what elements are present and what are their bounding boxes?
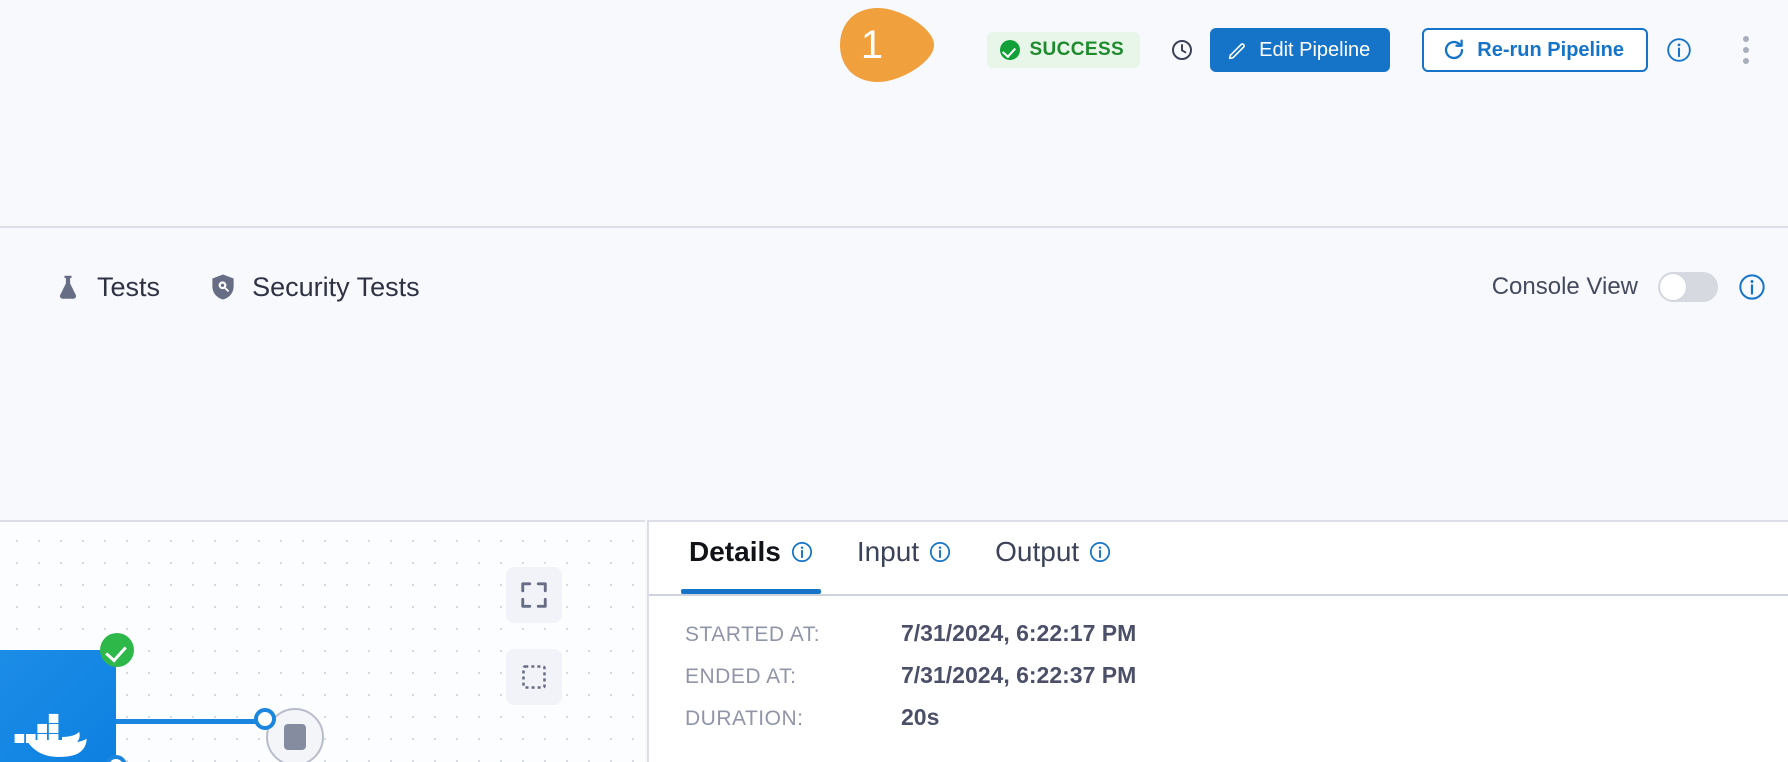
fullscreen-icon [519, 580, 549, 610]
node-port-output[interactable] [105, 755, 127, 762]
pipeline-execution-screen: SUCCESS Edit Pipeline [0, 0, 1788, 762]
kebab-dot [1743, 58, 1749, 64]
detail-key: ENDED AT: [685, 665, 901, 689]
duration-indicator [1170, 38, 1202, 62]
shield-icon [208, 272, 238, 302]
tab-output-label: Output [995, 536, 1079, 568]
details-rows: STARTED AT: 7/31/2024, 6:22:17 PM ENDED … [649, 596, 1788, 746]
selection-box-icon [520, 663, 548, 691]
tab-security-tests-label: Security Tests [252, 272, 420, 303]
info-icon[interactable] [791, 541, 813, 563]
detail-row: DURATION: 20s [685, 704, 1788, 746]
tabbar-items: n Tests Security Tests [0, 228, 444, 346]
tab-details-label: Details [689, 536, 781, 568]
edit-pipeline-button[interactable]: Edit Pipeline [1210, 28, 1390, 72]
header-actions: SUCCESS Edit Pipeline [987, 0, 1788, 100]
lower-content-area: Details Input Output [0, 348, 1788, 762]
console-view-label: Console View [1492, 273, 1638, 301]
stop-square-icon [284, 724, 306, 750]
kebab-dot [1743, 36, 1749, 42]
node-success-badge-icon [100, 633, 134, 667]
check-circle-icon [1000, 40, 1020, 60]
detail-key: STARTED AT: [685, 623, 901, 647]
tab-tests-label: Tests [97, 272, 160, 303]
pencil-icon [1227, 40, 1248, 61]
tab-details[interactable]: Details [667, 522, 835, 594]
detail-value: 7/31/2024, 6:22:37 PM [901, 662, 1136, 689]
tab-security-tests[interactable]: Security Tests [184, 228, 444, 346]
selection-box-button[interactable] [506, 649, 562, 705]
details-panel: Details Input Output [647, 520, 1788, 762]
details-tablist: Details Input Output [649, 522, 1788, 596]
status-badge: SUCCESS [987, 32, 1140, 68]
fullscreen-button[interactable] [506, 567, 562, 623]
secondary-tabbar: n Tests Security Tests Console View [0, 228, 1788, 346]
detail-key: DURATION: [685, 707, 901, 731]
canvas-toolbar [506, 567, 562, 731]
console-view-control: Console View [1492, 228, 1766, 346]
pipeline-graph-canvas[interactable] [0, 520, 645, 762]
tab-input[interactable]: Input [835, 522, 973, 594]
detail-row: ENDED AT: 7/31/2024, 6:22:37 PM [685, 662, 1788, 704]
edit-pipeline-label: Edit Pipeline [1259, 39, 1370, 62]
detail-row: STARTED AT: 7/31/2024, 6:22:17 PM [685, 620, 1788, 662]
flask-icon [53, 272, 83, 302]
stop-node-port[interactable] [254, 708, 276, 730]
graph-edge [116, 719, 276, 724]
rerun-pipeline-label: Re-run Pipeline [1477, 39, 1624, 62]
more-options-button[interactable] [1726, 28, 1766, 72]
console-view-toggle[interactable] [1658, 272, 1718, 302]
rerun-pipeline-button[interactable]: Re-run Pipeline [1422, 28, 1648, 72]
tab-input-label: Input [857, 536, 919, 568]
kebab-dot [1743, 47, 1749, 53]
detail-value: 20s [901, 704, 939, 731]
header-bar: SUCCESS Edit Pipeline [0, 0, 1788, 100]
info-icon[interactable] [1666, 37, 1692, 63]
tab-truncated-label[interactable]: n [0, 272, 1, 303]
docker-node[interactable] [0, 650, 116, 762]
canvas-blank-region [0, 348, 1788, 518]
tab-output[interactable]: Output [973, 522, 1133, 594]
clock-icon [1170, 38, 1194, 62]
refresh-icon [1442, 38, 1466, 62]
toggle-knob [1659, 273, 1687, 301]
docker-whale-icon [4, 704, 108, 762]
detail-value: 7/31/2024, 6:22:17 PM [901, 620, 1136, 647]
tab-tests[interactable]: Tests [29, 228, 184, 346]
info-icon[interactable] [929, 541, 951, 563]
info-icon[interactable] [1738, 273, 1766, 301]
status-label: SUCCESS [1029, 39, 1124, 61]
info-icon[interactable] [1089, 541, 1111, 563]
